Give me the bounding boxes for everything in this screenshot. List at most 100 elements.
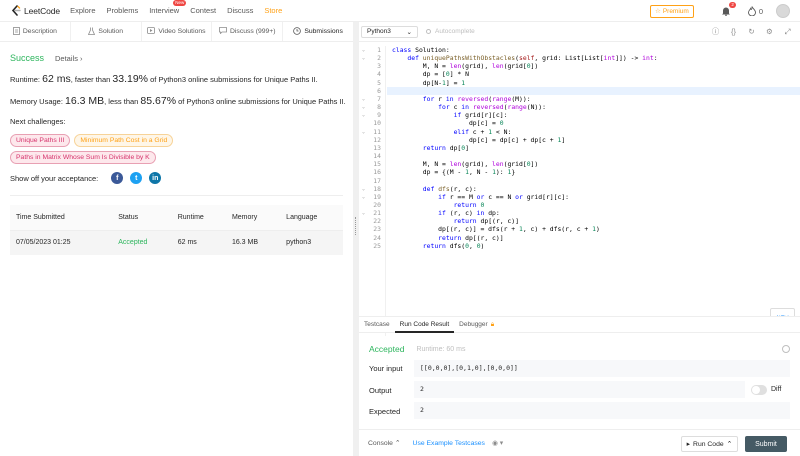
runtime-value: 62 ms: [42, 73, 71, 85]
diff-label: Diff: [771, 386, 782, 393]
tab-submissions[interactable]: Submissions: [283, 22, 353, 41]
code-line: if grid[r][c]:: [453, 111, 508, 120]
tab-description[interactable]: Description: [0, 22, 71, 41]
cell-runtime: 62 ms: [171, 230, 226, 255]
tab-label: Submissions: [304, 28, 343, 35]
tab-run-code-result[interactable]: Run Code Result: [394, 316, 455, 333]
editor-icons: ⓘ {} ↻ ⚙ ⤢: [702, 27, 792, 36]
help-icon[interactable]: ◉ ▾: [492, 439, 503, 447]
nav-interview[interactable]: Interview New: [149, 0, 187, 15]
reset-icon[interactable]: ↻: [747, 27, 756, 36]
challenge-chip[interactable]: Unique Paths III: [10, 134, 71, 147]
top-navbar: LeetCode Explore Problems Interview New C…: [0, 0, 800, 22]
col-language: Language: [280, 205, 343, 231]
video-icon: [147, 27, 156, 36]
code-editor[interactable]: ⌄ 1 ⌄ 2 3 4 5 6 ⌄ 7 ⌄ 8 ⌄ 9 10 ⌄ 11 12 13 14 15 16 17 ⌄ 18 ⌄ 19 20 ⌄…: [359, 44, 800, 336]
nav-contest[interactable]: Contest: [190, 6, 216, 15]
tab-debugger[interactable]: Debugger 🔒︎: [454, 316, 499, 333]
notification-count: 2: [729, 2, 736, 8]
top-right-actions: ☆ Premium 2 0: [649, 0, 800, 22]
language-select[interactable]: Python3 ⌄: [361, 25, 418, 38]
line-number: 17: [373, 176, 381, 185]
code-line: for r in reversed(range(M)):: [422, 94, 531, 103]
avatar[interactable]: [776, 4, 790, 18]
nav-explore[interactable]: Explore: [70, 6, 95, 15]
code-line: return dp[0]: [422, 143, 469, 152]
code-line: return dp[(r, c)]: [438, 233, 504, 242]
premium-label: Premium: [662, 7, 689, 15]
use-example-testcases-link[interactable]: Use Example Testcases: [413, 440, 485, 447]
submissions-table: Time Submitted Status Runtime Memory Lan…: [10, 205, 343, 255]
code-line: for c in reversed(range(N)):: [438, 103, 546, 112]
fullscreen-icon[interactable]: ⤢: [783, 27, 792, 36]
cell-memory: 16.3 MB: [225, 230, 281, 255]
chevron-right-icon: ›: [80, 53, 83, 63]
linkedin-icon[interactable]: in: [149, 172, 162, 184]
autocomplete-dot-icon: [426, 29, 431, 34]
logo[interactable]: LeetCode: [11, 5, 60, 16]
details-link[interactable]: Details ›: [55, 54, 83, 63]
code-line: if (r, c) in dp:: [438, 209, 500, 218]
fold-chevron-icon[interactable]: ⌄: [362, 209, 365, 217]
submit-button[interactable]: Submit: [745, 436, 787, 452]
line-number: 6: [377, 86, 381, 95]
tab-discuss[interactable]: Discuss (999+): [212, 22, 284, 41]
streak-counter[interactable]: 0: [747, 6, 763, 16]
line-number: 5: [377, 78, 381, 87]
comment-icon: [219, 27, 227, 36]
fold-chevron-icon[interactable]: ⌄: [362, 46, 365, 54]
line-number: ⌄ 18: [362, 184, 381, 193]
fold-chevron-icon[interactable]: ⌄: [362, 54, 365, 62]
twitter-icon[interactable]: t: [130, 172, 143, 184]
nav-problems[interactable]: Problems: [107, 6, 139, 15]
fold-chevron-icon[interactable]: ⌄: [362, 95, 365, 103]
braces-icon[interactable]: {}: [729, 27, 738, 36]
tab-testcase[interactable]: Testcase: [359, 316, 395, 333]
premium-button[interactable]: ☆ Premium: [649, 4, 694, 18]
code-line: return dfs(0, 0): [422, 241, 485, 250]
fold-chevron-icon[interactable]: ⌄: [362, 111, 365, 119]
clock-icon: [293, 26, 302, 37]
code-line: dp[N-1] = 1: [392, 78, 466, 87]
fold-chevron-icon[interactable]: ⌄: [362, 193, 365, 201]
tab-video-solutions[interactable]: Video Solutions: [142, 22, 213, 41]
info-icon[interactable]: ⓘ: [711, 27, 720, 36]
nav-store[interactable]: Store: [264, 6, 282, 15]
table-header-row: Time Submitted Status Runtime Memory Lan…: [10, 205, 343, 231]
line-number: 4: [377, 70, 381, 79]
fold-chevron-icon[interactable]: ⌄: [362, 128, 365, 136]
run-code-button[interactable]: ▸ Run Code ⌃: [681, 436, 738, 452]
fold-chevron-icon[interactable]: ⌄: [362, 103, 365, 111]
line-number: 14: [373, 152, 381, 161]
diff-toggle[interactable]: Diff: [751, 381, 789, 398]
code-line: dp = [0] * N: [392, 70, 469, 79]
lock-icon: 🔒︎: [490, 321, 495, 328]
toggle-switch[interactable]: [751, 384, 767, 395]
line-number: ⌄ 2: [362, 54, 381, 63]
divider: [10, 195, 343, 196]
challenge-chip[interactable]: Paths in Matrix Whose Sum Is Divisible b…: [10, 151, 156, 164]
info-icon[interactable]: [782, 345, 790, 353]
console-toggle[interactable]: Console ⌃: [368, 439, 401, 447]
debugger-label: Debugger: [459, 321, 488, 328]
fold-chevron-icon[interactable]: ⌄: [362, 185, 365, 193]
cell-status[interactable]: Accepted: [112, 230, 172, 255]
col-memory: Memory: [225, 205, 281, 231]
left-panel: Description Solution Video Solutions Dis…: [0, 22, 353, 456]
col-status: Status: [112, 205, 172, 231]
nav-discuss[interactable]: Discuss: [227, 6, 253, 15]
console-label: Console: [368, 440, 393, 447]
code-line: dp[(r, c)] = dfs(r + 1, c) + dfs(r, c + …: [392, 225, 600, 234]
notifications-button[interactable]: 2: [721, 2, 736, 17]
line-number: 15: [373, 160, 381, 169]
challenge-chip[interactable]: Minimum Path Cost in a Grid: [74, 134, 174, 147]
facebook-icon[interactable]: f: [111, 172, 124, 184]
tab-label: Video Solutions: [158, 28, 206, 35]
submission-status-row: Success Details ›: [10, 53, 83, 63]
editor-toolbar: Python3 ⌄ Autocomplete ⓘ {} ↻ ⚙ ⤢: [359, 22, 800, 42]
autocomplete-toggle[interactable]: Autocomplete: [426, 28, 475, 35]
tab-solution[interactable]: Solution: [71, 22, 142, 41]
runtime-label: Runtime:: [10, 75, 41, 84]
settings-icon[interactable]: ⚙: [765, 27, 774, 36]
